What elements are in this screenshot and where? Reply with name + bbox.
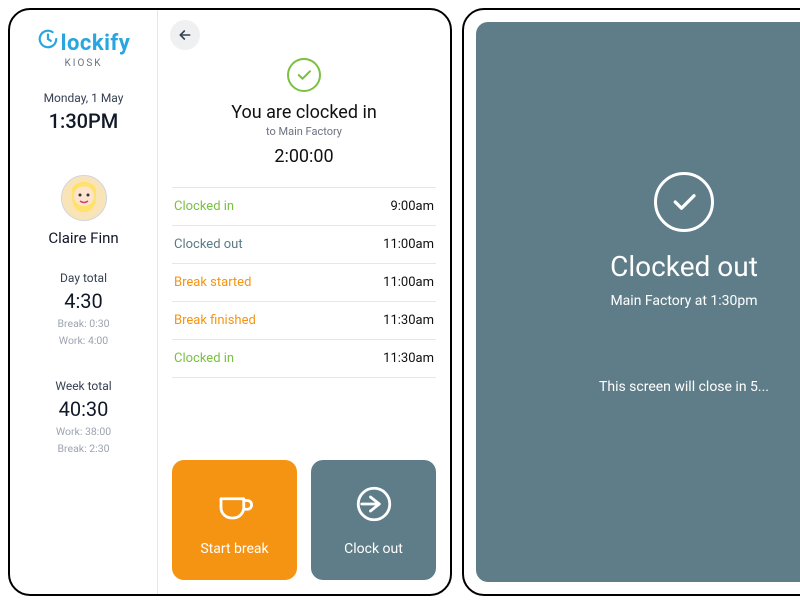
log-row-time: 11:00am <box>383 237 434 252</box>
log-row-time: 9:00am <box>390 199 434 214</box>
arrow-left-icon <box>177 27 193 43</box>
main-panel: You are clocked in to Main Factory 2:00:… <box>158 10 450 594</box>
status-head: You are clocked in to Main Factory 2:00:… <box>172 58 436 167</box>
current-date: Monday, 1 May <box>44 91 124 105</box>
log-row-label: Clocked out <box>174 237 243 252</box>
kiosk-confirm-card: Clocked out Main Factory at 1:30pm This … <box>462 8 800 596</box>
log-row-time: 11:30am <box>383 313 434 328</box>
clock-out-label: Clock out <box>344 541 403 557</box>
cup-icon <box>214 483 256 529</box>
status-elapsed: 2:00:00 <box>274 146 333 167</box>
app-name: lockify <box>61 31 131 56</box>
confirm-overlay: Clocked out Main Factory at 1:30pm This … <box>476 22 800 582</box>
current-time: 1:30PM <box>49 109 119 133</box>
confirm-closing: This screen will close in 5... <box>599 379 769 395</box>
confirm-sub: Main Factory at 1:30pm <box>610 293 757 309</box>
kiosk-main-card: lockify KIOSK Monday, 1 May 1:30PM Clair… <box>8 8 452 596</box>
log-row-label: Clocked in <box>174 199 234 214</box>
avatar <box>61 175 107 221</box>
start-break-label: Start break <box>200 541 268 557</box>
log-row-time: 11:30am <box>383 351 434 366</box>
log-row: Break started 11:00am <box>172 264 436 302</box>
status-sub: to Main Factory <box>266 125 342 138</box>
week-total-value: 40:30 <box>18 397 149 421</box>
log-row: Break finished 11:30am <box>172 302 436 340</box>
back-button[interactable] <box>170 20 200 50</box>
confirm-title: Clocked out <box>610 250 758 283</box>
start-break-button[interactable]: Start break <box>172 460 297 580</box>
log-row-label: Clocked in <box>174 351 234 366</box>
week-total-label: Week total <box>18 379 149 393</box>
check-icon <box>654 172 714 232</box>
action-row: Start break Clock out <box>172 460 436 580</box>
log-row: Clocked in 9:00am <box>172 188 436 226</box>
log-row-label: Break finished <box>174 313 256 328</box>
status-title: You are clocked in <box>231 102 377 123</box>
log-row: Clocked in 11:30am <box>172 340 436 378</box>
sidebar: lockify KIOSK Monday, 1 May 1:30PM Clair… <box>10 10 158 594</box>
log-row-label: Break started <box>174 275 251 290</box>
app-logo: lockify <box>37 28 131 56</box>
log-row: Clocked out 11:00am <box>172 226 436 264</box>
clock-out-button[interactable]: Clock out <box>311 460 436 580</box>
day-total-value: 4:30 <box>18 289 149 313</box>
clock-icon <box>37 28 59 50</box>
day-total-block: Day total 4:30 Break: 0:30 Work: 4:00 <box>18 271 149 347</box>
week-total-work: Work: 38:00 <box>18 425 149 438</box>
day-total-break: Break: 0:30 <box>18 317 149 330</box>
app-subtitle: KIOSK <box>64 58 102 69</box>
day-total-label: Day total <box>18 271 149 285</box>
week-total-break: Break: 2:30 <box>18 442 149 455</box>
check-icon <box>287 58 321 92</box>
log-row-time: 11:00am <box>383 275 434 290</box>
week-total-block: Week total 40:30 Work: 38:00 Break: 2:30 <box>18 379 149 455</box>
day-total-work: Work: 4:00 <box>18 334 149 347</box>
activity-log: Clocked in9:00amClocked out11:00amBreak … <box>172 187 436 378</box>
user-name: Claire Finn <box>48 229 118 247</box>
exit-icon <box>353 483 395 529</box>
